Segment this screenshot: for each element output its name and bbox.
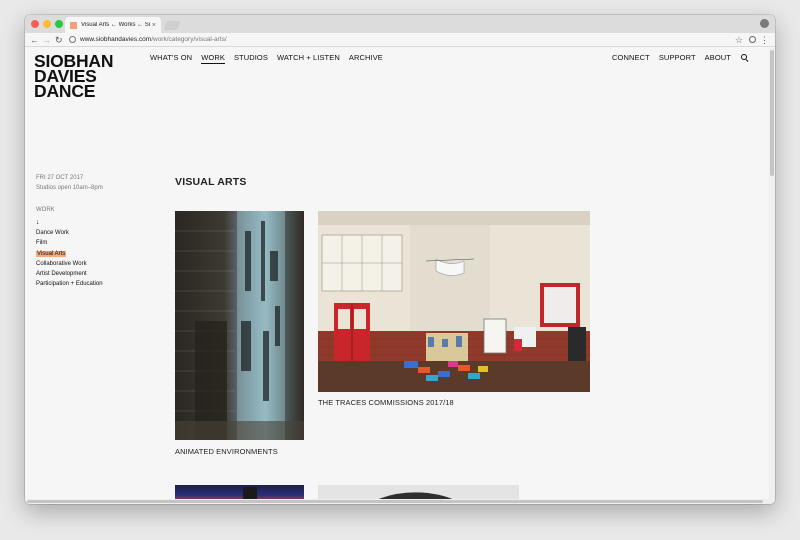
vertical-scroll-thumb[interactable] (770, 50, 774, 176)
tab-close-icon[interactable]: × (152, 22, 156, 29)
sidebar-item-visual-arts[interactable]: Visual Arts (36, 249, 103, 259)
logo-line-3: DANCE (34, 81, 96, 101)
card-title-traces-commissions[interactable]: THE TRACES COMMISSIONS 2017/18 (318, 398, 454, 408)
page-title: VISUAL ARTS (175, 176, 247, 188)
studio-hours: Studios open 10am–8pm (36, 185, 103, 191)
sidebar-item-collaborative-work[interactable]: Collaborative Work (36, 259, 103, 269)
sidebar-category-list: Dance Work Film Visual Arts Collaborativ… (36, 228, 103, 290)
main-nav: WHAT'S ON WORK STUDIOS WATCH + LISTEN AR… (150, 53, 383, 64)
sidebar-item-participation-education[interactable]: Participation + Education (36, 279, 103, 289)
tab-bar: Visual Arts ← Works ← Siobhan × (25, 15, 775, 33)
address-bar[interactable]: www.siobhandavies.com/work/category/visu… (80, 35, 227, 45)
search-icon[interactable] (741, 54, 749, 62)
nav-support[interactable]: SUPPORT (659, 53, 696, 63)
down-arrow-icon: ↓ (36, 219, 40, 226)
back-button[interactable]: ← (30, 34, 39, 46)
nav-work[interactable]: WORK (201, 53, 225, 64)
reload-button[interactable]: ↻ (55, 34, 63, 46)
new-tab-button[interactable] (163, 21, 181, 30)
close-window-button[interactable] (31, 20, 39, 28)
traces-commissions-image[interactable] (318, 211, 590, 392)
tab-title: Visual Arts ← Works ← Siobhan (81, 22, 150, 28)
url-path: /work/category/visual-arts/ (151, 36, 227, 43)
horizontal-scroll-thumb[interactable] (27, 500, 763, 503)
minimize-window-button[interactable] (43, 20, 51, 28)
page-viewport: SIOBHAN DAVIES DANCE WHAT'S ON WORK STUD… (25, 48, 775, 504)
sidebar-item-artist-development[interactable]: Artist Development (36, 269, 103, 279)
nav-connect[interactable]: CONNECT (612, 53, 650, 63)
favicon-icon (70, 21, 77, 29)
browser-window: Visual Arts ← Works ← Siobhan × ← → ↻ ww… (25, 15, 775, 504)
nav-archive[interactable]: ARCHIVE (349, 53, 383, 64)
site-info-icon[interactable] (69, 36, 76, 43)
nav-whats-on[interactable]: WHAT'S ON (150, 53, 192, 64)
forward-button[interactable]: → (42, 34, 51, 46)
address-toolbar: ← → ↻ www.siobhandavies.com/work/categor… (25, 33, 775, 47)
vertical-scrollbar[interactable] (769, 48, 775, 504)
nav-studios[interactable]: STUDIOS (234, 53, 268, 64)
traces-commissions-photo (318, 211, 590, 392)
site-logo[interactable]: SIOBHAN DAVIES DANCE (34, 52, 114, 101)
secondary-nav: CONNECT SUPPORT ABOUT (612, 53, 749, 63)
nav-about[interactable]: ABOUT (705, 53, 731, 63)
current-date: FRI 27 OCT 2017 (36, 175, 84, 181)
browser-menu-icon[interactable]: ⋮ (760, 34, 769, 46)
sidebar-item-film[interactable]: Film (36, 238, 103, 248)
sidebar-item-dance-work[interactable]: Dance Work (36, 228, 103, 238)
profile-icon[interactable] (760, 19, 769, 28)
nav-watch-listen[interactable]: WATCH + LISTEN (277, 53, 340, 64)
browser-tab[interactable]: Visual Arts ← Works ← Siobhan × (65, 17, 161, 33)
animated-environments-artwork (175, 211, 304, 440)
horizontal-scrollbar[interactable] (25, 499, 769, 504)
card-title-animated-environments[interactable]: ANIMATED ENVIRONMENTS (175, 447, 278, 457)
sidebar-section-title: WORK (36, 207, 55, 213)
url-domain: www.siobhandavies.com (80, 36, 152, 43)
extension-icon[interactable] (749, 36, 756, 43)
maximize-window-button[interactable] (55, 20, 63, 28)
bookmark-star-icon[interactable]: ☆ (735, 34, 743, 46)
animated-environments-image[interactable] (175, 211, 304, 440)
